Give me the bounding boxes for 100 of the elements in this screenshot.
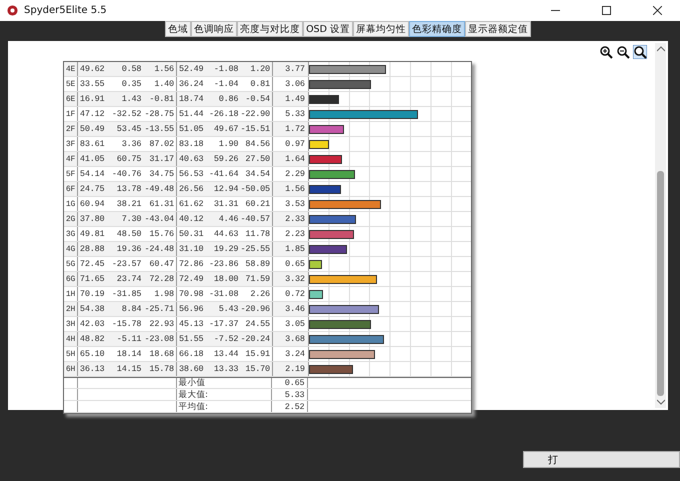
table-cell-text: -43.04 xyxy=(144,214,175,224)
table-cell-text: 8.84 xyxy=(120,304,142,314)
table-cell-text: -15.51 xyxy=(240,124,271,134)
table-cell-text: 58.89 xyxy=(244,259,271,269)
table-cell: 6E xyxy=(64,92,78,106)
table-cell-text: 23.74 xyxy=(116,274,142,284)
table-cell: 3G xyxy=(64,227,78,241)
tab[interactable]: 屏幕均匀性 xyxy=(352,21,409,37)
table-cell-text: 11.78 xyxy=(244,229,271,239)
tab[interactable]: 显示器额定值 xyxy=(464,21,531,37)
table-cell-text: -20.24 xyxy=(240,334,271,344)
table-cell: 2G xyxy=(64,212,78,226)
window-title: Spyder5Elite 5.5 xyxy=(24,5,107,16)
table-cell-text: 42.03 xyxy=(78,319,106,329)
table-cell-text: -5.11 xyxy=(116,334,142,344)
table-cell-text: 34.75 xyxy=(148,169,175,179)
table-cell-text: 37.80 xyxy=(78,214,106,224)
table-cell-text: 49.81 xyxy=(78,229,106,239)
table-cell-text: 49.62 xyxy=(78,64,106,74)
table-cell-text: 51.55 xyxy=(178,334,204,344)
table-cell-text: 0.86 xyxy=(218,94,240,104)
table-cell-text: 83.61 xyxy=(78,139,106,149)
table-cell-text: -31.08 xyxy=(208,289,240,299)
table-cell-text: 0.35 xyxy=(120,79,142,89)
table-cell-text: -22.90 xyxy=(240,109,271,119)
table-cell-text: 5.43 xyxy=(218,304,240,314)
table-cell-text: 50.31 xyxy=(178,229,204,239)
table-cell-text: -31.85 xyxy=(110,289,142,299)
scroll-down-icon[interactable] xyxy=(656,399,664,405)
table-cell-text: 53.45 xyxy=(116,124,142,134)
table-cell-text: 1.43 xyxy=(120,94,142,104)
table-cell-text: 65.10 xyxy=(78,349,106,359)
table-cell-text: 83.18 xyxy=(178,139,204,149)
table-cell-text: 60.47 xyxy=(148,259,175,269)
table-cell-text: -50.05 xyxy=(240,184,271,194)
table-cell-text: 70.19 xyxy=(78,289,106,299)
table-cell-text: 31.17 xyxy=(148,154,175,164)
magnifier-icon[interactable] xyxy=(633,45,647,59)
table-cell: 4H xyxy=(64,332,78,346)
table-cell-text: 60.75 xyxy=(116,154,142,164)
table-cell-text: 3.36 xyxy=(120,139,142,149)
table-cell-text: 22.93 xyxy=(148,319,175,329)
table-cell-text: -40.76 xyxy=(110,169,142,179)
table-cell-text: -24.48 xyxy=(144,244,175,254)
table-cell-text: 27.50 xyxy=(244,154,271,164)
table-cell-text: 41.05 xyxy=(78,154,106,164)
table-cell-text: 56.53 xyxy=(178,169,204,179)
table-cell-text: -25.55 xyxy=(240,244,271,254)
table-cell-text: -23.57 xyxy=(110,259,142,269)
table-cell-text: 51.05 xyxy=(178,124,204,134)
table-cell-text: 0.58 xyxy=(120,64,142,74)
table-cell: 3H xyxy=(64,317,78,331)
scroll-thumb[interactable] xyxy=(657,171,664,396)
table-cell-text: 1.90 xyxy=(218,139,240,149)
table-cell-text: -23.08 xyxy=(144,334,175,344)
table-cell-text: 36.13 xyxy=(78,364,106,374)
tab[interactable]: 色彩精确度 xyxy=(408,21,465,37)
maximize-icon[interactable] xyxy=(602,6,611,15)
tab[interactable]: OSD 设置 xyxy=(303,21,353,37)
table-cell-text: 1.56 xyxy=(153,64,175,74)
table-cell-text: -40.57 xyxy=(240,214,271,224)
table-cell: 1H xyxy=(64,287,78,301)
table-cell-text: 26.56 xyxy=(178,184,204,194)
table-cell-text: 84.56 xyxy=(244,139,271,149)
table-cell: 5F xyxy=(64,167,78,181)
scrollbar[interactable] xyxy=(655,43,666,408)
tab[interactable]: 亮度与对比度 xyxy=(237,21,304,37)
table-cell-text: 36.24 xyxy=(178,79,204,89)
table-cell-text: 24.55 xyxy=(244,319,271,329)
scroll-up-icon[interactable] xyxy=(656,46,664,52)
table-cell-text: 40.63 xyxy=(178,154,204,164)
table-cell-text: -23.86 xyxy=(208,259,240,269)
table-cell: 4E xyxy=(64,62,78,76)
table-cell-text: -20.96 xyxy=(240,304,271,314)
table-cell-text: 87.02 xyxy=(148,139,175,149)
table-cell-text: 72.45 xyxy=(78,259,106,269)
table-cell-text: 19.36 xyxy=(116,244,142,254)
table-cell-text: -7.52 xyxy=(212,334,240,344)
table-cell-text: -1.04 xyxy=(212,79,240,89)
table-cell-text: 48.50 xyxy=(116,229,142,239)
table-cell-text: 18.74 xyxy=(178,94,204,104)
print-button[interactable]: 打 xyxy=(523,451,680,468)
table-cell-text: 66.18 xyxy=(178,349,204,359)
table-cell-text: -13.55 xyxy=(144,124,175,134)
table-cell-text: 59.26 xyxy=(212,154,240,164)
zoom-in-icon[interactable] xyxy=(599,45,613,59)
table-cell-text: 71.65 xyxy=(78,274,106,284)
zoom-out-icon[interactable] xyxy=(616,45,630,59)
table-cell-text: -32.52 xyxy=(110,109,142,119)
close-icon[interactable] xyxy=(653,6,662,15)
table-cell-text: 7.30 xyxy=(120,214,142,224)
tab[interactable]: 色域 xyxy=(165,21,192,37)
table-cell-text: 60.94 xyxy=(78,199,106,209)
tab[interactable]: 色调响应 xyxy=(191,21,238,37)
table-cell-text: -0.54 xyxy=(244,94,271,104)
table-cell-text: 0.81 xyxy=(249,79,271,89)
table-cell: 5H xyxy=(64,347,78,361)
table-cell: 1F xyxy=(64,107,78,121)
table-cell-text: 15.91 xyxy=(244,349,271,359)
app-logo-icon xyxy=(7,5,18,16)
